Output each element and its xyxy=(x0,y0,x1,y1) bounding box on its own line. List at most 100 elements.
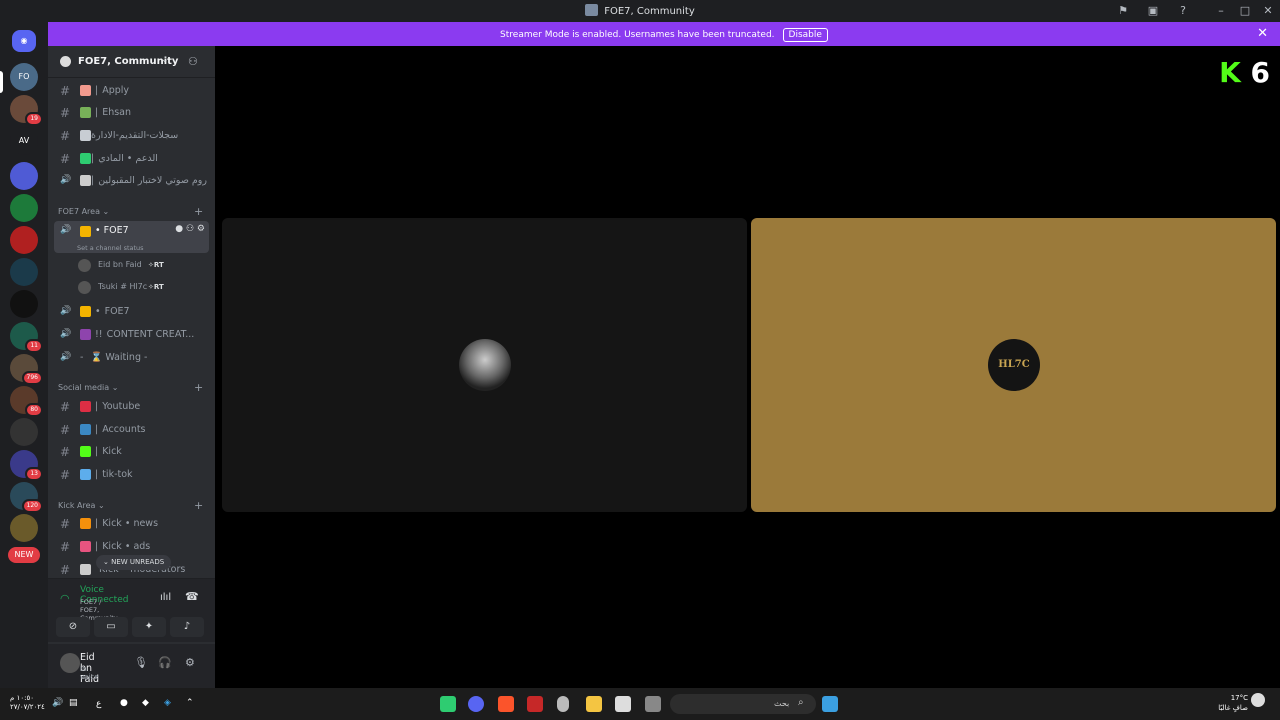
channel-label: | Kick • news xyxy=(95,518,158,529)
category-header[interactable]: FOE7 Area ⌄ + xyxy=(58,205,203,218)
voice-channel[interactable]: 🔊!! CONTENT CREAT... xyxy=(54,325,209,345)
server-icon[interactable] xyxy=(10,514,38,542)
server-icon[interactable]: AV xyxy=(10,127,38,155)
inbox-flag-icon[interactable]: ⚑ xyxy=(1115,3,1131,19)
category-header[interactable]: Kick Area ⌄ + xyxy=(58,499,203,512)
server-icon[interactable] xyxy=(10,258,38,286)
discord-home-icon[interactable]: ◉ xyxy=(12,30,36,52)
server-icon[interactable]: FO xyxy=(10,63,38,91)
search-box[interactable]: بحث ⌕ xyxy=(670,694,816,714)
microphone-icon[interactable]: 🎙 xyxy=(134,656,148,669)
activities-button[interactable]: ✦ xyxy=(132,617,166,637)
chevron-down-icon: ⌄ xyxy=(161,55,169,65)
channel-prefix: | xyxy=(95,469,99,480)
server-icon[interactable] xyxy=(10,194,38,222)
server-icon xyxy=(60,56,71,67)
file-explorer-icon[interactable] xyxy=(586,696,602,712)
clock[interactable]: ١٠:٥٠ م ٢٧/٠٧/٢٠٢٤ xyxy=(10,694,45,712)
active-server-pill xyxy=(0,71,3,93)
invite-icon[interactable]: ⚇ xyxy=(186,224,197,234)
task-view-icon[interactable] xyxy=(645,696,661,712)
whatsapp-icon[interactable] xyxy=(440,696,456,712)
channel-item[interactable]: # | Accounts xyxy=(54,420,209,440)
mouse-app-icon[interactable] xyxy=(557,696,569,712)
avatar xyxy=(78,259,91,272)
inbox-icon[interactable]: ▣ xyxy=(1145,3,1161,19)
settings-gear-icon[interactable]: ⚙ xyxy=(197,224,205,234)
discord-tray-icon[interactable]: ◆ xyxy=(142,698,149,708)
participant-tile-tsuki[interactable]: HL7C xyxy=(751,218,1276,512)
channel-item[interactable]: # | Kick • ads xyxy=(54,537,209,557)
channel-item[interactable]: # | الدعم • المادي xyxy=(54,149,209,169)
add-channel-icon[interactable]: + xyxy=(194,205,203,218)
voice-channel[interactable]: 🔊 • FOE7 xyxy=(54,302,209,322)
streamer-mode-banner: Streamer Mode is enabled. Usernames have… xyxy=(48,22,1280,46)
close-banner-icon[interactable]: ✕ xyxy=(1257,26,1268,41)
server-icon[interactable]: 80 xyxy=(10,386,43,417)
store-icon[interactable] xyxy=(615,696,631,712)
channel-status-link[interactable]: Set a channel status xyxy=(77,244,144,252)
security-tray-icon[interactable]: ◈ xyxy=(164,698,171,708)
channel-item[interactable]: # | Ehsan xyxy=(54,103,209,123)
network-icon[interactable]: ▤ xyxy=(69,698,78,708)
language-indicator[interactable]: ع xyxy=(96,699,101,709)
channel-prefix: | xyxy=(95,424,99,435)
invite-icon[interactable]: ⚇ xyxy=(188,55,198,68)
channel-item[interactable]: 🔊 | روم صوتي لاختبار المقبولين xyxy=(54,171,209,191)
channel-name: tik-tok xyxy=(102,469,133,480)
server-icon[interactable]: 11 xyxy=(10,322,43,353)
add-channel-icon[interactable]: + xyxy=(194,381,203,394)
soundboard-button[interactable]: ♪ xyxy=(170,617,204,637)
channel-item[interactable]: # سجلات-التقديم-الادارة xyxy=(54,126,209,146)
channel-label: !! CONTENT CREAT... xyxy=(95,329,194,340)
headphones-icon[interactable]: 🎧 xyxy=(158,656,172,669)
channel-item[interactable]: # | tik-tok xyxy=(54,465,209,485)
tray-expand-icon[interactable]: ⌃ xyxy=(186,698,194,708)
channel-prefix: - xyxy=(80,352,84,363)
channel-name: Kick xyxy=(102,446,122,457)
minimize-button[interactable]: – xyxy=(1213,3,1229,19)
noise-suppression-icon[interactable]: ılıl xyxy=(160,592,171,603)
disable-button[interactable]: Disable xyxy=(782,28,828,42)
participant-tile-eid[interactable] xyxy=(222,218,747,512)
category-label: Kick Area xyxy=(58,501,96,510)
add-channel-icon[interactable]: + xyxy=(194,499,203,512)
voice-channel[interactable]: 🔊 - ⌛ Waiting - xyxy=(54,348,209,368)
server-icon[interactable]: 19 xyxy=(10,95,43,126)
settings-gear-icon[interactable]: ⚙ xyxy=(185,656,195,669)
maximize-button[interactable]: □ xyxy=(1237,3,1253,19)
signal-icon[interactable]: ◠ xyxy=(60,592,70,605)
mic-tray-icon[interactable]: ● xyxy=(120,698,128,708)
stream-app-icon[interactable] xyxy=(527,696,543,712)
channel-item[interactable]: # | Kick xyxy=(54,442,209,462)
brave-icon[interactable] xyxy=(498,696,514,712)
clock-time: ١٠:٥٠ م xyxy=(10,694,34,702)
server-icon[interactable]: NEW xyxy=(8,547,40,563)
chat-icon[interactable]: ● xyxy=(175,224,186,234)
server-icon[interactable] xyxy=(10,226,38,254)
close-button[interactable]: ✕ xyxy=(1260,3,1276,19)
avatar[interactable] xyxy=(60,653,80,673)
windows-start-icon[interactable] xyxy=(822,696,838,712)
channel-emoji-icon xyxy=(80,541,91,552)
disconnect-icon[interactable]: ☎ xyxy=(185,590,199,603)
server-icon[interactable]: 120 xyxy=(10,482,43,513)
participant-avatar xyxy=(459,339,511,391)
channel-item[interactable]: # | Apply xyxy=(54,81,209,101)
channel-item[interactable]: # | Youtube xyxy=(54,397,209,417)
server-header[interactable]: FOE7, Community ⌄ ⚇ xyxy=(48,46,215,78)
server-icon[interactable] xyxy=(10,418,38,446)
screen-share-button[interactable]: ▭ xyxy=(94,617,128,637)
category-header[interactable]: Social media ⌄ + xyxy=(58,381,203,394)
server-icon[interactable]: 796 xyxy=(10,354,43,385)
server-icon[interactable] xyxy=(10,290,38,318)
server-icon[interactable] xyxy=(10,162,38,190)
new-unreads-pill[interactable]: ⌄ NEW UNREADS xyxy=(96,555,172,570)
weather-widget[interactable]: 17°C صافٍ غالبًا xyxy=(1208,693,1248,713)
server-icon[interactable]: 13 xyxy=(10,450,43,481)
camera-button[interactable]: ⊘ xyxy=(56,617,90,637)
channel-item[interactable]: # | Kick • news xyxy=(54,514,209,534)
speaker-icon[interactable]: 🔊 xyxy=(52,698,63,708)
help-icon[interactable]: ? xyxy=(1175,3,1191,19)
discord-taskbar-icon[interactable] xyxy=(468,696,484,712)
